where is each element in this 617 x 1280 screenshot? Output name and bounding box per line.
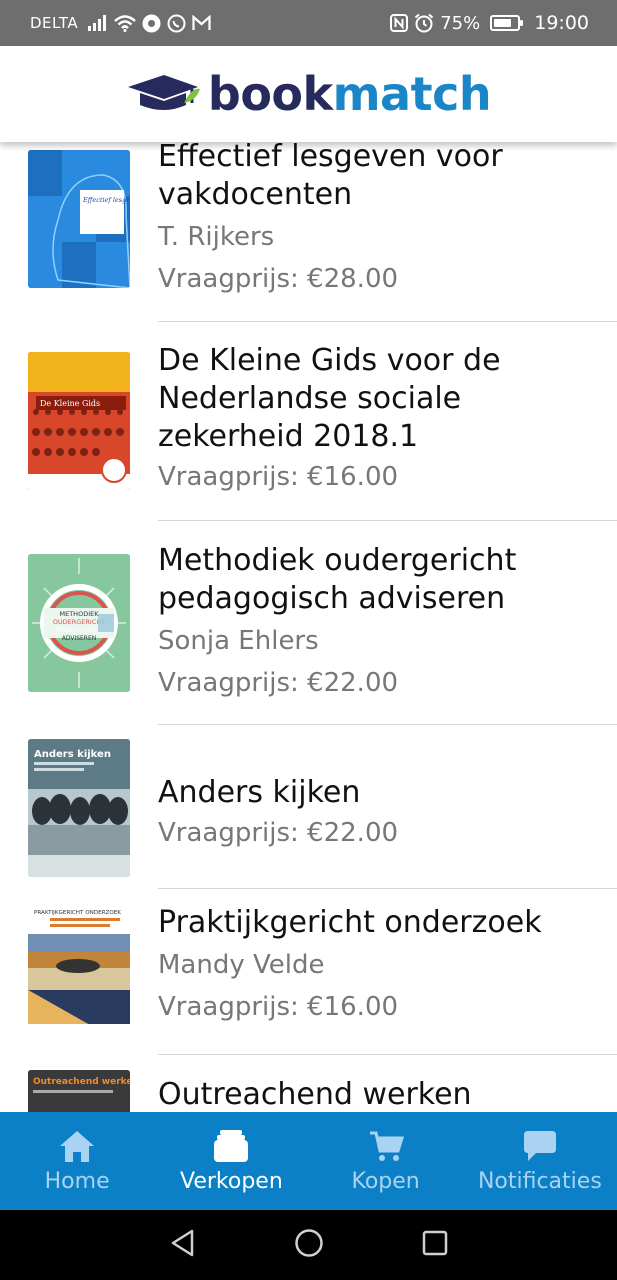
cover-title-text: Effectief lesgeven voor vakdocenten — [82, 196, 130, 204]
book-cover-image: METHODIEK OUDERGERICHT PEDAGOGISCH ADVIS… — [28, 554, 130, 692]
book-cover-image: Outreachend werken — [28, 1070, 130, 1112]
book-cover-image: PRAKTIJKGERICHT ONDERZOEK — [28, 904, 130, 1042]
cover-title-text: ADVISEREN — [62, 635, 97, 642]
book-cover-image: Anders kijken — [28, 739, 130, 877]
app-header: bookmatch — [0, 46, 617, 142]
sell-icon — [211, 1129, 251, 1163]
signal-icon — [88, 15, 108, 31]
nav-item-notificaties[interactable]: Notificaties — [463, 1112, 617, 1210]
list-divider — [158, 321, 617, 322]
cover-title-text: PRAKTIJKGERICHT ONDERZOEK — [34, 910, 121, 916]
status-right: 75% 19:00 — [390, 12, 589, 34]
graduation-cap-icon — [126, 71, 200, 117]
book-author: Sonja Ehlers — [158, 626, 319, 656]
status-left: DELTA — [30, 14, 211, 33]
list-divider — [158, 1054, 617, 1055]
book-title: Effectief lesgeven voor vakdocenten — [158, 142, 503, 212]
nav-item-verkopen[interactable]: Verkopen — [154, 1112, 308, 1210]
book-title: Methodiek oudergericht pedagogisch advis… — [158, 543, 517, 616]
cover-title-text: Outreachend werken — [33, 1077, 130, 1087]
book-price: Vraagprijs: €16.00 — [158, 462, 399, 492]
book-title: De Kleine Gids voor de Nederlandse socia… — [158, 343, 501, 454]
alarm-icon — [414, 13, 434, 33]
nav-item-kopen[interactable]: Kopen — [309, 1112, 463, 1210]
book-info: Effectief lesgeven voor vakdocenten T. R… — [158, 142, 607, 300]
media-icon — [142, 14, 161, 33]
carrier-name: DELTA — [30, 14, 79, 32]
chat-icon — [520, 1129, 560, 1163]
cover-title-text: OUDERGERICHT — [53, 618, 106, 626]
book-list[interactable]: Effectief lesgeven voor vakdocenten Effe… — [0, 142, 617, 1112]
book-author: T. Rijkers — [158, 222, 275, 252]
battery-percent: 75% — [440, 12, 481, 34]
list-divider — [158, 520, 617, 521]
nav-label: Kopen — [351, 1168, 420, 1194]
book-price: Vraagprijs: €22.00 — [158, 818, 399, 848]
nav-label: Notificaties — [477, 1168, 602, 1194]
book-title: Anders kijken — [158, 775, 361, 810]
logo-text-book: book — [207, 67, 333, 121]
book-title: Praktijkgericht onderzoek — [158, 905, 542, 940]
bookmatch-logo: bookmatch — [126, 71, 492, 117]
nfc-icon — [390, 14, 409, 32]
cover-title-text: Anders kijken — [34, 749, 111, 760]
recents-icon[interactable] — [420, 1228, 450, 1262]
whatsapp-icon — [167, 14, 186, 33]
nav-label: Home — [44, 1168, 110, 1194]
cart-icon — [366, 1129, 406, 1163]
clock: 19:00 — [534, 12, 589, 34]
status-bar: DELTA 75% 19:00 — [0, 0, 617, 46]
gmail-icon — [192, 15, 211, 31]
book-info: Anders kijken Vraagprijs: €22.00 — [158, 774, 607, 854]
list-divider — [158, 888, 617, 889]
book-author: Mandy Velde — [158, 950, 325, 980]
book-price: Vraagprijs: €16.00 — [158, 992, 399, 1022]
nav-label: Verkopen — [179, 1168, 283, 1194]
book-title: Outreachend werken — [158, 1077, 472, 1112]
book-info: Praktijkgericht onderzoek Mandy Velde Vr… — [158, 904, 607, 1028]
nav-item-home[interactable]: Home — [0, 1112, 154, 1210]
wifi-icon — [114, 14, 136, 32]
list-divider — [158, 724, 617, 725]
system-navigation-bar — [0, 1210, 617, 1280]
book-info: De Kleine Gids voor de Nederlandse socia… — [158, 342, 607, 498]
bottom-navigation: Home Verkopen Kopen Notificaties — [0, 1112, 617, 1210]
logo-text: bookmatch — [208, 71, 492, 117]
book-info: Methodiek oudergericht pedagogisch advis… — [158, 542, 607, 704]
cover-title-text: De Kleine Gids — [40, 399, 100, 408]
home-button-icon[interactable] — [294, 1228, 324, 1262]
home-icon — [57, 1129, 97, 1163]
battery-icon — [490, 15, 524, 31]
cover-title-text: METHODIEK — [60, 610, 100, 618]
logo-text-match: match — [332, 67, 492, 121]
book-price: Vraagprijs: €28.00 — [158, 264, 399, 294]
book-cover-image: De Kleine Gids — [28, 352, 130, 490]
book-cover-image: Effectief lesgeven voor vakdocenten — [28, 150, 130, 288]
book-price: Vraagprijs: €22.00 — [158, 668, 399, 698]
cover-title-text: PEDAGOGISCH — [55, 626, 103, 634]
back-icon[interactable] — [168, 1228, 198, 1262]
book-info: Outreachend werken — [158, 1076, 607, 1112]
